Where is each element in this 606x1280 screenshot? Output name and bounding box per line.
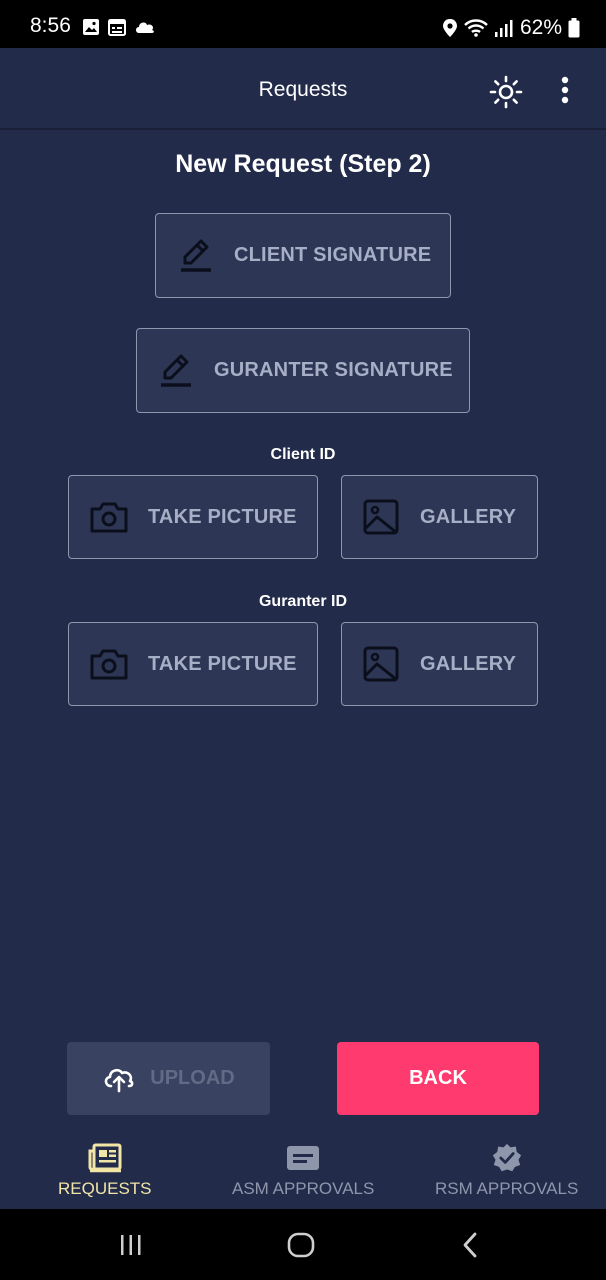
client-signature-button[interactable]: CLIENT SIGNATURE bbox=[155, 213, 451, 298]
status-system-icons: 62% bbox=[442, 16, 580, 40]
back-label: BACK bbox=[409, 1067, 467, 1089]
pencil-icon bbox=[161, 354, 191, 387]
bottom-navigation: REQUESTS ASM APPROVALS RSM APPROVALS bbox=[0, 1135, 606, 1209]
take-picture-label: TAKE PICTURE bbox=[148, 505, 297, 528]
home-button[interactable] bbox=[286, 1231, 316, 1259]
gallery-image-icon bbox=[363, 646, 399, 682]
client-id-heading: Client ID bbox=[270, 446, 336, 463]
gallery-label: GALLERY bbox=[420, 505, 517, 528]
more-vert-icon bbox=[561, 76, 569, 104]
message-icon bbox=[287, 1146, 320, 1170]
upload-button[interactable]: UPLOAD bbox=[67, 1042, 270, 1115]
status-bar: 8:56 62% bbox=[0, 0, 606, 48]
theme-toggle-button[interactable] bbox=[488, 74, 524, 110]
back-arrow-icon bbox=[463, 1232, 477, 1258]
nav-label-rsm-approvals: RSM APPROVALS bbox=[435, 1179, 579, 1198]
status-notification-icons bbox=[82, 18, 156, 36]
client-signature-label: CLIENT SIGNATURE bbox=[234, 244, 432, 266]
calendar-icon bbox=[108, 19, 126, 36]
status-time: 8:56 bbox=[30, 14, 71, 37]
brightness-icon bbox=[489, 75, 523, 109]
guranter-id-heading: Guranter ID bbox=[258, 593, 347, 610]
back-button[interactable]: BACK bbox=[337, 1042, 539, 1115]
take-picture-label: TAKE PICTURE bbox=[148, 652, 297, 675]
client-id-gallery-button[interactable]: GALLERY bbox=[341, 475, 538, 559]
nav-item-rsm-approvals[interactable]: RSM APPROVALS bbox=[435, 1143, 578, 1199]
guranter-id-gallery-button[interactable]: GALLERY bbox=[341, 622, 538, 706]
pencil-icon bbox=[181, 239, 211, 272]
nav-item-requests[interactable]: REQUESTS bbox=[58, 1143, 152, 1199]
cloud-icon bbox=[136, 22, 154, 33]
gallery-label: GALLERY bbox=[420, 652, 517, 675]
app-bar: Requests bbox=[0, 48, 606, 130]
recent-apps-button[interactable] bbox=[118, 1233, 144, 1257]
nav-item-asm-approvals[interactable]: ASM APPROVALS bbox=[232, 1143, 374, 1199]
guranter-id-take-picture-button[interactable]: TAKE PICTURE bbox=[68, 622, 318, 706]
guranter-signature-label: GURANTER SIGNATURE bbox=[214, 359, 453, 381]
page-title: New Request (Step 2) bbox=[175, 150, 431, 178]
client-id-take-picture-button[interactable]: TAKE PICTURE bbox=[68, 475, 318, 559]
cloud-upload-icon bbox=[104, 1068, 134, 1092]
camera-icon bbox=[90, 502, 128, 533]
battery-icon bbox=[568, 18, 580, 38]
home-icon bbox=[287, 1232, 315, 1258]
battery-percent: 62% bbox=[519, 16, 562, 39]
upload-label: UPLOAD bbox=[150, 1067, 235, 1089]
location-icon bbox=[442, 19, 457, 37]
nav-label-asm-approvals: ASM APPROVALS bbox=[232, 1179, 375, 1198]
wifi-icon bbox=[464, 19, 488, 37]
nav-label-requests: REQUESTS bbox=[58, 1179, 152, 1198]
newspaper-icon bbox=[88, 1143, 122, 1173]
image-icon bbox=[83, 19, 99, 35]
gallery-image-icon bbox=[363, 499, 399, 535]
system-navigation-bar bbox=[0, 1209, 606, 1280]
camera-icon bbox=[90, 649, 128, 680]
system-back-button[interactable] bbox=[458, 1231, 482, 1259]
verified-badge-icon bbox=[492, 1143, 521, 1172]
signal-icon bbox=[494, 20, 513, 37]
more-options-button[interactable] bbox=[552, 74, 578, 110]
recent-apps-icon bbox=[121, 1235, 141, 1255]
guranter-signature-button[interactable]: GURANTER SIGNATURE bbox=[136, 328, 470, 413]
